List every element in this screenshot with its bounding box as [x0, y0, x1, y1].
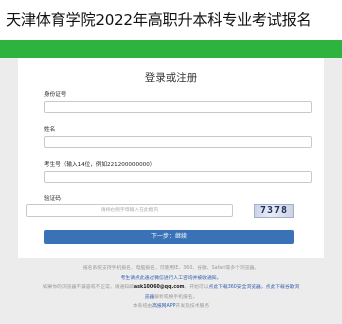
- captcha-input[interactable]: 请将右侧字母输入在此框内: [26, 204, 233, 217]
- next-button[interactable]: 下一步：继续: [44, 230, 294, 244]
- footer: 报名系统支持手机报名、电脑报名，可使用IE、360、谷歌、Safari等多个浏览…: [0, 264, 342, 312]
- support-email: ask10060@qq.com: [133, 285, 185, 290]
- login-card: 登录或注册 身份证号 姓名 考生号（输入14位，例如221200000000） …: [18, 58, 324, 258]
- download-chrome-link[interactable]: ，点此下载谷歌浏: [261, 285, 299, 290]
- footer-line-4: 览器解析或换手机报名。: [0, 293, 342, 303]
- name-input[interactable]: [44, 136, 312, 148]
- footer-browser-note: 如果你的浏览器不兼容或不正常，请通知邮: [42, 285, 134, 290]
- page-title: 天津体育学院2022年高职升本科专业考试报名: [6, 11, 312, 29]
- footer-line-4-text: 解析或换手机报名。: [154, 294, 198, 300]
- footer-mid-text: ，开始可以: [184, 285, 209, 290]
- footer-contact-link[interactable]: 考生请点此通过微信进行人工咨询并被收通知。: [0, 274, 342, 284]
- name-label: 姓名: [44, 127, 56, 133]
- captcha-image[interactable]: 7378: [254, 204, 294, 218]
- footer-line-1: 报名系统支持手机报名、电脑报名，可使用IE、360、谷歌、Safari等多个浏览…: [82, 266, 260, 271]
- app-link[interactable]: 高报网APP: [152, 304, 175, 309]
- footer-line-3: 如果你的浏览器不兼容或不正常，请通知邮ask10060@qq.com，开始可以点…: [0, 283, 342, 293]
- form-title: 登录或注册: [144, 72, 198, 84]
- exam-number-input[interactable]: [44, 171, 312, 183]
- download-360-link[interactable]: 点此下载360安全浏览器: [209, 285, 261, 290]
- footer-line-5: 本系统由高报网APP开发及技术服务: [0, 302, 342, 312]
- captcha-label: 验证码: [44, 196, 61, 202]
- exam-number-label: 考生号（输入14位，例如221200000000）: [44, 162, 156, 168]
- page-header: 天津体育学院2022年高职升本科专业考试报名: [0, 0, 342, 40]
- id-number-input[interactable]: [44, 101, 312, 113]
- footer-credit-pre: 本系统由: [132, 304, 153, 309]
- header-accent-bar: [0, 40, 342, 58]
- captcha-row: 请将右侧字母输入在此框内 7378: [26, 204, 294, 218]
- id-label: 身份证号: [44, 92, 67, 98]
- chrome-link-cont[interactable]: 览器: [145, 295, 155, 300]
- footer-credit-post: 开发及技术服务: [175, 304, 210, 309]
